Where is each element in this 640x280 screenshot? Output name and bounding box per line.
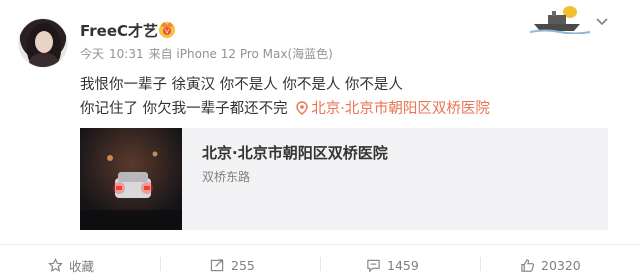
repost-button[interactable]: 255 [210,255,255,275]
location-link[interactable]: 北京·北京市朝阳区双桥医院 [311,101,490,117]
star-icon [48,257,63,272]
repost-count: 255 [231,257,255,273]
thumbs-up-icon [521,258,535,272]
divider [320,257,321,271]
repost-icon [210,258,224,271]
post-text-line-1: 我恨你一辈子 徐寅汉 你不是人 你不是人 你不是人 [80,77,403,93]
post-meta: 今天 10:31 来自 iPhone 12 Pro Max(海蓝色) [80,45,338,62]
like-button[interactable]: 20320 [520,255,581,275]
vip-badge-icon: V [159,22,175,38]
post-source: 来自 iPhone 12 Pro Max(海蓝色) [148,47,333,61]
like-count: 20320 [541,257,581,273]
comment-icon [367,259,380,272]
post-date[interactable]: 今天 [80,47,104,61]
divider [480,257,481,271]
location-card-title: 北京·北京市朝阳区双桥医院 [202,144,388,162]
weibo-post-card: FreeC才艺 V 今天 10:31 来自 iPhone 12 Pro Max(海蓝… [0,0,640,280]
user-avatar[interactable] [18,18,68,68]
username[interactable]: FreeC才艺 [80,20,158,41]
post-time[interactable]: 10:31 [109,47,144,61]
location-thumbnail [80,128,182,230]
location-pin-icon [296,101,308,115]
divider [160,257,161,271]
comment-button[interactable]: 1459 [366,255,419,275]
location-card-subtitle: 双桥东路 [202,170,251,184]
favorite-label: 收藏 [69,258,95,274]
post-text: 我恨你一辈子 徐寅汉 你不是人 你不是人 你不是人 你记住了 你欠我一辈子都还不… [80,73,600,121]
favorite-button[interactable]: 收藏 [48,255,94,275]
location-card[interactable]: 北京·北京市朝阳区双桥医院 双桥东路 [80,128,608,230]
post-text-line-2: 你记住了 你欠我一辈子都还不完 [80,101,288,117]
action-bar: 收藏 255 1459 20320 [0,244,640,280]
chevron-down-icon[interactable] [594,14,610,30]
comment-count: 1459 [387,257,419,273]
boat-decoration-icon [530,6,590,34]
